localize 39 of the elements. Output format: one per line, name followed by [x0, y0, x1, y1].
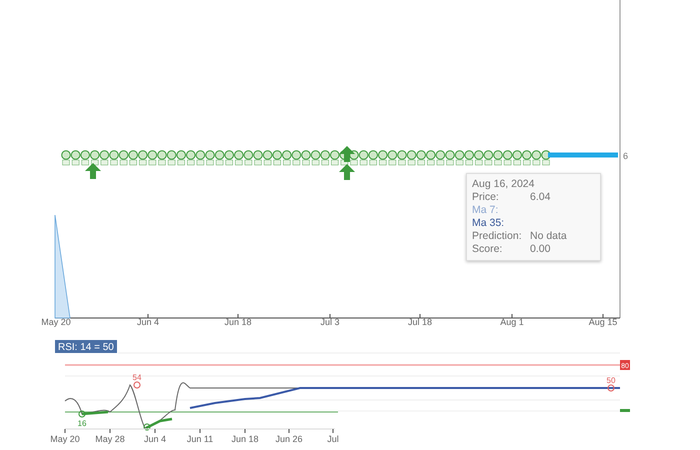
- axis-label: May 20: [41, 317, 71, 327]
- tooltip-value: 0.00: [530, 243, 550, 256]
- axis-label: Jun 4: [144, 434, 166, 444]
- tooltip-label: Score:: [472, 243, 504, 256]
- price-line: [548, 152, 618, 158]
- tooltip-label: Price:: [472, 191, 500, 204]
- up-arrow-icon: [339, 146, 355, 162]
- point-label: 50: [606, 376, 616, 385]
- axis-label: Aug 15: [588, 317, 618, 327]
- tooltip-label: Ma 35:: [472, 217, 506, 230]
- point-label: 54: [132, 373, 142, 382]
- axis-label: May 20: [50, 434, 80, 444]
- axis-label: Jun 4: [136, 317, 160, 327]
- tooltip-value: 6.04: [530, 191, 550, 204]
- tooltip-value: No data: [530, 230, 567, 243]
- axis-label: Jul 18: [408, 317, 432, 327]
- point-marker: [608, 384, 614, 392]
- axis-label: Jul 3: [320, 317, 340, 327]
- tooltip-label: Ma 7:: [472, 204, 500, 217]
- low-marker: [144, 424, 150, 430]
- tooltip-label: Prediction:: [472, 230, 523, 243]
- axis-label: Aug 1: [500, 317, 524, 327]
- axis-label: Jun 18: [231, 434, 259, 444]
- rsi-low-segment: [82, 410, 108, 416]
- value-label: 6: [623, 151, 628, 161]
- up-arrow-icon: [339, 164, 355, 180]
- point-label: 16: [78, 419, 86, 428]
- axis-label: Jul: [327, 434, 339, 444]
- up-arrow-icon: [85, 163, 101, 179]
- axis-label: Jun 18: [224, 317, 252, 327]
- rsi-low-segment: [145, 418, 172, 430]
- axis-label: Jun 26: [275, 434, 303, 444]
- axis-label: Jun 11: [186, 434, 214, 444]
- level-badge: [620, 409, 630, 412]
- tooltip-date: Aug 16, 2024: [472, 178, 536, 191]
- indicator-label: RSI: 14 = 50: [55, 340, 117, 353]
- low-marker: [78, 410, 86, 418]
- peak-marker: [134, 382, 140, 388]
- axis-label: May 28: [95, 434, 125, 444]
